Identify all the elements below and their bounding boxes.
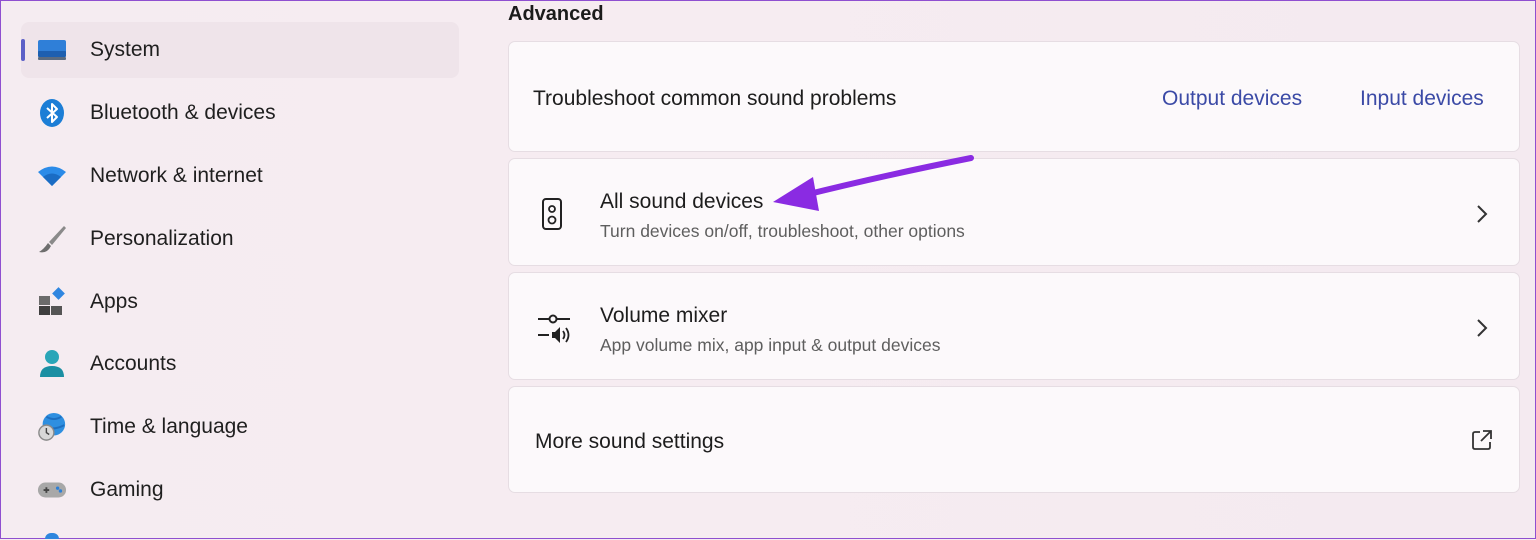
speaker-icon [541, 197, 563, 236]
troubleshoot-card: Troubleshoot common sound problems Outpu… [508, 41, 1520, 152]
sidebar-item-label: Network & internet [90, 164, 263, 187]
sidebar-item-label: Accounts [90, 352, 177, 375]
apps-icon [37, 287, 67, 316]
volume-mixer-icon [537, 311, 571, 348]
troubleshoot-label: Troubleshoot common sound problems [533, 87, 897, 110]
sidebar-item-label: Personalization [90, 227, 234, 250]
input-devices-link[interactable]: Input devices [1360, 87, 1484, 111]
sidebar-item-bluetooth-devices[interactable]: Bluetooth & devices [21, 85, 459, 141]
chevron-right-icon [1475, 318, 1489, 338]
sidebar-next-item-peek [45, 533, 59, 539]
sidebar-item-gaming[interactable]: Gaming [21, 462, 459, 518]
clock-globe-icon [37, 412, 67, 441]
volume-mixer-subtitle: App volume mix, app input & output devic… [600, 335, 941, 355]
person-icon [37, 350, 67, 378]
more-sound-settings-card[interactable]: More sound settings [508, 386, 1520, 493]
sidebar-item-label: Time & language [90, 415, 248, 438]
sidebar-item-system[interactable]: System [21, 22, 459, 78]
sidebar-item-apps[interactable]: Apps [21, 274, 459, 330]
sidebar-item-label: Gaming [90, 478, 164, 501]
open-external-icon [1471, 429, 1493, 456]
sidebar-item-label: Apps [90, 290, 138, 313]
gamepad-icon [37, 476, 67, 504]
sidebar-item-network-internet[interactable]: Network & internet [21, 148, 459, 204]
sidebar-item-time-language[interactable]: Time & language [21, 399, 459, 455]
section-title: Advanced [508, 3, 604, 25]
all-sound-devices-subtitle: Turn devices on/off, troubleshoot, other… [600, 221, 965, 241]
output-devices-link[interactable]: Output devices [1162, 87, 1302, 111]
sidebar: System Bluetooth & devices Network & int… [1, 1, 471, 540]
brush-icon [37, 225, 67, 253]
chevron-right-icon [1475, 204, 1489, 224]
volume-mixer-title: Volume mixer [600, 304, 728, 327]
bluetooth-icon [37, 99, 67, 127]
sidebar-item-personalization[interactable]: Personalization [21, 211, 459, 267]
volume-mixer-card[interactable]: Volume mixer App volume mix, app input &… [508, 272, 1520, 380]
sidebar-item-label: System [90, 38, 161, 61]
settings-window: System Bluetooth & devices Network & int… [0, 0, 1536, 539]
sidebar-item-accounts[interactable]: Accounts [21, 336, 459, 392]
more-sound-settings-title: More sound settings [535, 430, 725, 453]
wifi-icon [37, 162, 67, 190]
selection-indicator [21, 39, 25, 61]
system-icon [37, 36, 67, 64]
sidebar-item-label: Bluetooth & devices [90, 101, 276, 124]
all-sound-devices-title: All sound devices [600, 190, 764, 213]
all-sound-devices-card[interactable]: All sound devices Turn devices on/off, t… [508, 158, 1520, 266]
